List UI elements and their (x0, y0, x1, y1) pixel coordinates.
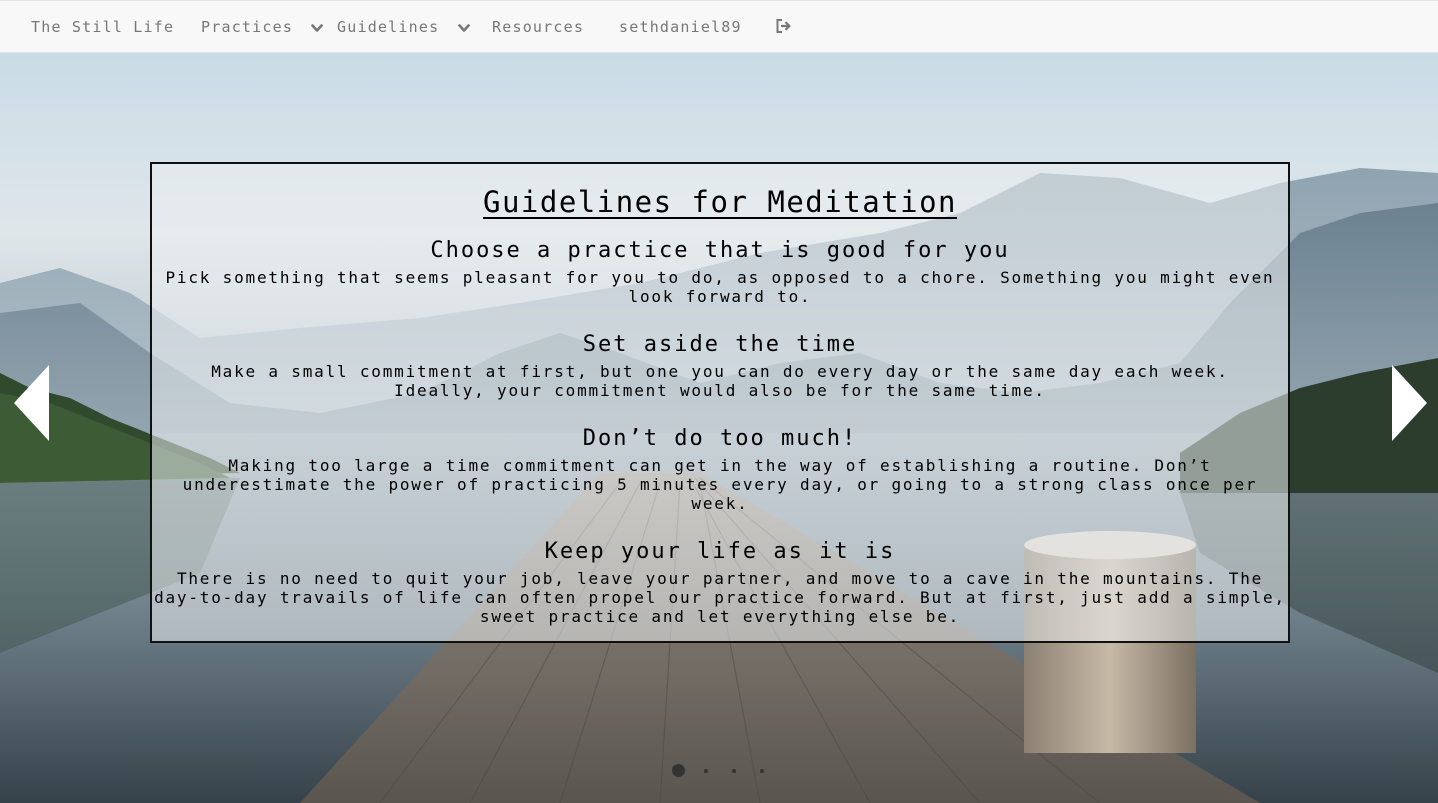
chevron-left-icon (14, 365, 49, 441)
slide-title: Guidelines for Meditation (483, 185, 957, 219)
guidelines-dropdown[interactable]: Guidelines (337, 16, 470, 38)
carousel-indicator-2[interactable] (704, 769, 708, 773)
practices-label: Practices (201, 18, 294, 36)
guidelines-label: Guidelines (337, 18, 440, 36)
user-profile-link[interactable]: sethdaniel89 (619, 16, 742, 38)
carousel-prev-button[interactable] (12, 365, 52, 441)
guideline-section: Choose a practice that is good for you P… (152, 236, 1288, 306)
guideline-body: Make a small commitment at first, but on… (211, 362, 1229, 400)
carousel-indicator-1[interactable] (672, 764, 685, 777)
sign-out-icon[interactable] (775, 18, 792, 40)
practices-dropdown[interactable]: Practices (201, 16, 324, 39)
carousel-next-button[interactable] (1389, 365, 1429, 441)
carousel-indicator-4[interactable] (760, 769, 764, 773)
top-navbar: The Still Life Practices Guidelines Reso… (0, 0, 1438, 53)
guideline-body: Pick something that seems pleasant for y… (165, 268, 1275, 306)
guideline-heading: Keep your life as it is (544, 539, 896, 564)
guideline-body: Making too large a time commitment can g… (182, 456, 1258, 513)
guideline-heading: Set aside the time (582, 332, 858, 357)
guideline-section: Keep your life as it is There is no need… (152, 537, 1288, 626)
guideline-heading: Choose a practice that is good for you (430, 238, 1010, 263)
chevron-down-icon (457, 17, 470, 39)
guideline-heading: Don’t do too much! (582, 426, 858, 451)
brand-link[interactable]: The Still Life (31, 16, 174, 38)
guideline-body: There is no need to quit your job, leave… (154, 569, 1286, 626)
carousel-indicator-3[interactable] (732, 769, 736, 773)
resources-link[interactable]: Resources (492, 16, 584, 38)
guideline-section: Set aside the time Make a small commitme… (152, 330, 1288, 400)
guideline-section: Don’t do too much! Making too large a ti… (152, 424, 1288, 513)
chevron-down-icon (311, 17, 324, 39)
guidelines-panel: Guidelines for Meditation Choose a pract… (150, 162, 1290, 643)
chevron-right-icon (1392, 365, 1427, 441)
